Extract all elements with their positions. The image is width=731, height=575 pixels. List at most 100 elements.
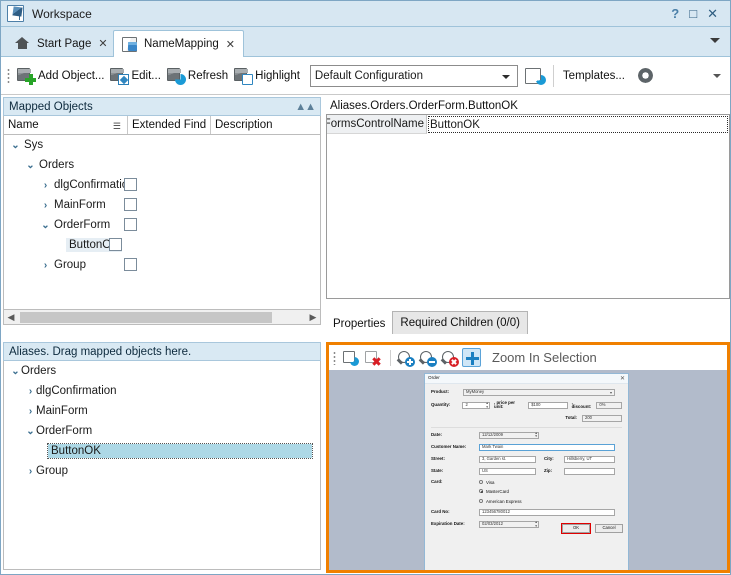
tree-row[interactable]: ›Group: [4, 255, 320, 275]
date-label: Date:: [431, 433, 479, 437]
zoom-out-icon[interactable]: [418, 348, 437, 367]
zoom-reset-icon[interactable]: [440, 348, 459, 367]
chevron-right-icon[interactable]: ›: [40, 200, 51, 211]
toolbar-overflow-chevron-icon[interactable]: [713, 74, 721, 78]
property-row[interactable]: WinFormsControlNameButtonOK: [327, 115, 729, 134]
chevron-down-icon[interactable]: ⌄: [10, 366, 21, 377]
scroll-right-icon[interactable]: ▶: [306, 312, 320, 323]
ok-button[interactable]: OK: [562, 524, 590, 533]
extended-find-checkbox[interactable]: [124, 198, 137, 211]
help-button[interactable]: ?: [671, 7, 679, 20]
alias-row[interactable]: ⌄OrderForm: [4, 421, 320, 441]
edit-label: Edit...: [131, 70, 160, 82]
refresh-mapping-icon[interactable]: [525, 67, 546, 85]
extended-find-checkbox[interactable]: [124, 218, 137, 231]
close-button[interactable]: ✕: [707, 7, 718, 20]
tab-required-children[interactable]: Required Children (0/0): [392, 311, 528, 334]
scroll-thumb[interactable]: [20, 312, 272, 323]
tab-properties[interactable]: Properties: [326, 313, 392, 334]
mapped-objects-tree[interactable]: ⌄Sys⌄Orders›dlgConfirmation›MainForm⌄Ord…: [3, 135, 321, 310]
alias-row-label: Group: [36, 465, 68, 477]
card-no-input[interactable]: 123456780012: [479, 509, 615, 516]
alias-row[interactable]: ⌄Orders: [4, 361, 320, 381]
state-input[interactable]: US: [479, 468, 536, 475]
price-input[interactable]: $100: [528, 402, 567, 409]
gear-icon[interactable]: [637, 67, 654, 84]
chevron-down-icon[interactable]: [502, 75, 510, 79]
product-dropdown[interactable]: MyMoney ▾: [463, 389, 615, 396]
zip-input[interactable]: [564, 468, 615, 475]
tab-overflow-chevron-icon[interactable]: [710, 38, 720, 43]
aliases-panel: Aliases. Drag mapped objects here. ⌄Orde…: [3, 342, 321, 573]
scroll-left-icon[interactable]: ◀: [4, 312, 18, 323]
templates-button[interactable]: Templates...: [561, 61, 629, 91]
discount-input[interactable]: 0%: [596, 402, 622, 409]
zoom-canvas[interactable]: Order ✕ Product: MyMoney ▾ Quantity:: [329, 370, 727, 570]
card-option-amex[interactable]: American Express: [479, 499, 522, 504]
tab-name-mapping-close-icon[interactable]: ✕: [226, 38, 235, 51]
zoom-in-icon[interactable]: [396, 348, 415, 367]
properties-grid[interactable]: WinFormsControlNameButtonOK: [326, 114, 730, 299]
chevron-right-icon[interactable]: ›: [25, 386, 36, 397]
alias-row[interactable]: ButtonOK: [4, 441, 320, 461]
mapped-objects-hscrollbar[interactable]: ◀ ▶: [3, 310, 321, 325]
chevron-right-icon[interactable]: ›: [40, 180, 51, 191]
tab-start-page[interactable]: Start Page ✕: [7, 30, 116, 57]
add-object-button[interactable]: Add Object...: [15, 61, 108, 91]
chevron-down-icon[interactable]: ⌄: [40, 220, 51, 231]
total-label: Total:: [565, 416, 577, 420]
tab-start-page-close-icon[interactable]: ✕: [98, 37, 107, 50]
extended-find-checkbox[interactable]: [124, 178, 137, 191]
alias-row[interactable]: ›dlgConfirmation: [4, 381, 320, 401]
collapse-chevron-icon[interactable]: ▲▲: [295, 101, 315, 113]
refresh-mapping-icon[interactable]: [341, 348, 360, 367]
column-header-description[interactable]: Description: [211, 116, 320, 134]
cancel-button[interactable]: Cancel: [595, 524, 623, 533]
refresh-button[interactable]: Refresh: [165, 61, 232, 91]
alias-row[interactable]: ›MainForm: [4, 401, 320, 421]
date-picker[interactable]: 12/12/2009: [479, 432, 539, 439]
extended-find-checkbox[interactable]: [124, 258, 137, 271]
tree-row[interactable]: ›dlgConfirmation: [4, 175, 320, 195]
zoom-toolbar-grip[interactable]: [333, 351, 336, 365]
tree-row[interactable]: ⌄Sys: [4, 135, 320, 155]
extended-find-checkbox[interactable]: [109, 238, 122, 251]
aliases-tree[interactable]: ⌄Orders›dlgConfirmation›MainForm⌄OrderFo…: [3, 361, 321, 570]
street-input[interactable]: 3, Garden st.: [479, 456, 536, 463]
tree-row[interactable]: ⌄Orders: [4, 155, 320, 175]
column-header-name-label: Name: [8, 119, 39, 131]
sort-icon[interactable]: ☰: [113, 121, 121, 132]
customer-name-input[interactable]: Mark Twain: [479, 444, 615, 451]
tree-row[interactable]: ⌄OrderForm: [4, 215, 320, 235]
chevron-right-icon[interactable]: ›: [25, 466, 36, 477]
order-dialog-close-icon[interactable]: ✕: [620, 376, 625, 382]
card-option-mastercard[interactable]: MasterCard: [479, 489, 522, 494]
zoom-in-selection-icon[interactable]: [462, 348, 481, 367]
column-header-name[interactable]: Name ☰: [4, 116, 128, 134]
edit-button[interactable]: Edit...: [108, 61, 164, 91]
quantity-stepper[interactable]: 2: [462, 402, 490, 409]
chevron-down-icon[interactable]: ⌄: [25, 160, 36, 171]
chevron-down-icon[interactable]: ⌄: [10, 140, 21, 151]
alias-row[interactable]: ›Group: [4, 461, 320, 481]
card-option-visa[interactable]: Visa: [479, 480, 522, 485]
card-radio-group[interactable]: Visa MasterCard American Express: [479, 480, 522, 504]
property-value[interactable]: ButtonOK: [427, 115, 729, 134]
highlight-button[interactable]: Highlight: [232, 61, 304, 91]
expiration-date-picker[interactable]: 02/03/2012: [479, 521, 539, 528]
tree-row[interactable]: ButtonOK: [4, 235, 320, 255]
maximize-button[interactable]: □: [689, 7, 697, 20]
remove-mapping-icon[interactable]: [363, 348, 382, 367]
chevron-down-icon[interactable]: ⌄: [25, 426, 36, 437]
column-header-extended-find[interactable]: Extended Find: [128, 116, 211, 134]
configuration-dropdown[interactable]: Default Configuration: [310, 65, 518, 87]
quantity-label: Quantity:: [431, 403, 462, 407]
tree-row[interactable]: ›MainForm: [4, 195, 320, 215]
tab-name-mapping[interactable]: NameMapping ✕: [113, 30, 244, 57]
toolbar-grip[interactable]: [7, 68, 10, 84]
city-input[interactable]: Hillsberry, UT: [564, 456, 615, 463]
chevron-right-icon[interactable]: ›: [40, 260, 51, 271]
chevron-down-icon[interactable]: ▾: [610, 391, 612, 395]
chevron-right-icon[interactable]: ›: [25, 406, 36, 417]
name-mapping-icon: [122, 37, 138, 52]
